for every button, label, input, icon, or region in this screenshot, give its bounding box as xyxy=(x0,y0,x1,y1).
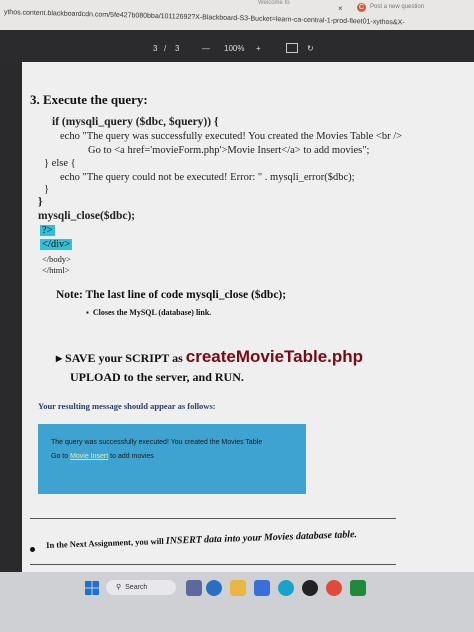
divider xyxy=(30,564,396,565)
chegg-tab-icon: C xyxy=(357,3,366,12)
note-bullet-text: Closes the MySQL (database) link. xyxy=(92,308,212,317)
next-suffix: data into your xyxy=(203,532,263,546)
step-title: 3. Execute the query: xyxy=(30,92,148,107)
widgets-icon[interactable] xyxy=(206,580,222,596)
pdf-page: 3. Execute the query: if (mysqli_query (… xyxy=(22,62,474,572)
divider xyxy=(30,518,396,519)
windows-start-icon[interactable] xyxy=(84,580,100,596)
next-prefix: In the Next Assignment, you will xyxy=(46,535,164,550)
upload-instruction: UPLOAD to the server, and RUN. xyxy=(70,370,244,384)
code-line: ?> xyxy=(40,225,55,236)
next-movies: Movies database table. xyxy=(263,529,358,544)
fit-page-icon[interactable] xyxy=(286,43,298,53)
zoom-out-button[interactable]: — xyxy=(202,44,210,53)
result-goto: Go to xyxy=(51,453,69,460)
windows-taskbar: ⚲ Search xyxy=(0,572,474,632)
tab-close-icon[interactable]: × xyxy=(338,4,343,13)
tab-welcome[interactable]: Welcome to xyxy=(258,0,290,6)
search-label: Search xyxy=(125,584,148,591)
code-line: if (mysqli_query ($dbc, $query)) { xyxy=(52,116,219,128)
edge-icon[interactable] xyxy=(278,580,294,596)
code-line: echo "The query could not be executed! E… xyxy=(60,172,355,183)
zoom-level: 100% xyxy=(224,44,245,53)
code-line: </html> xyxy=(42,265,70,275)
movie-insert-link[interactable]: Movie Insert xyxy=(70,453,108,460)
chrome-icon[interactable] xyxy=(326,580,342,596)
pdf-toolbar: 3 / 3 — 100% + ↻ xyxy=(0,30,474,62)
save-instruction: ▸ SAVE your SCRIPT as createMovieTable.p… xyxy=(56,347,364,366)
note-bullet: ▪ Closes the MySQL (database) link. xyxy=(86,308,212,317)
code-highlight: </div> xyxy=(40,239,73,250)
page-separator: / xyxy=(164,44,167,53)
excel-icon[interactable] xyxy=(350,580,366,596)
bullet-dot xyxy=(30,547,35,552)
viewer-margin xyxy=(0,62,22,572)
save-filename: createMovieTable.php xyxy=(185,347,364,366)
code-line: } else { xyxy=(44,158,76,169)
page-current[interactable]: 3 xyxy=(153,44,157,53)
next-insert: INSERT xyxy=(165,534,203,547)
taskbar-search[interactable]: ⚲ Search xyxy=(106,580,176,595)
code-line: </div> xyxy=(40,239,73,250)
zoom-in-button[interactable]: + xyxy=(256,44,261,53)
next-assignment-text: In the Next Assignment, you will INSERT … xyxy=(46,529,357,551)
file-explorer-icon[interactable] xyxy=(230,580,246,596)
note-text: Note: The last line of code mysqli_close… xyxy=(56,289,287,301)
result-message-box: The query was successfully executed! You… xyxy=(38,424,306,494)
task-view-icon[interactable] xyxy=(186,580,202,596)
search-icon: ⚲ xyxy=(116,584,122,591)
code-line: mysqli_close($dbc); xyxy=(38,210,136,222)
result-line-1: The query was successfully executed! You… xyxy=(51,439,263,446)
code-line: } xyxy=(44,184,50,195)
code-line: Go to <a href='movieForm.php'>Movie Inse… xyxy=(88,145,370,156)
result-line-2: Go to Movie Insert to add movies xyxy=(51,453,154,460)
browser-bar: ythos.content.blackboardcdn.com/5fe427b0… xyxy=(0,0,474,30)
code-line: </body> xyxy=(42,254,71,264)
code-highlight: ?> xyxy=(40,225,55,236)
store-icon[interactable] xyxy=(254,580,270,596)
tab-post-question[interactable]: Post a new question xyxy=(370,4,424,10)
media-icon[interactable] xyxy=(302,580,318,596)
rotate-icon[interactable]: ↻ xyxy=(307,44,314,53)
save-prefix: SAVE your SCRIPT as xyxy=(65,351,183,365)
code-line: } xyxy=(38,196,43,208)
address-bar-url[interactable]: ythos.content.blackboardcdn.com/5fe427b0… xyxy=(4,9,405,26)
result-label: Your resulting message should appear as … xyxy=(38,401,216,411)
page-total: 3 xyxy=(175,44,180,53)
code-line: echo "The query was successfully execute… xyxy=(60,131,403,142)
result-add: to add movies xyxy=(110,453,154,460)
